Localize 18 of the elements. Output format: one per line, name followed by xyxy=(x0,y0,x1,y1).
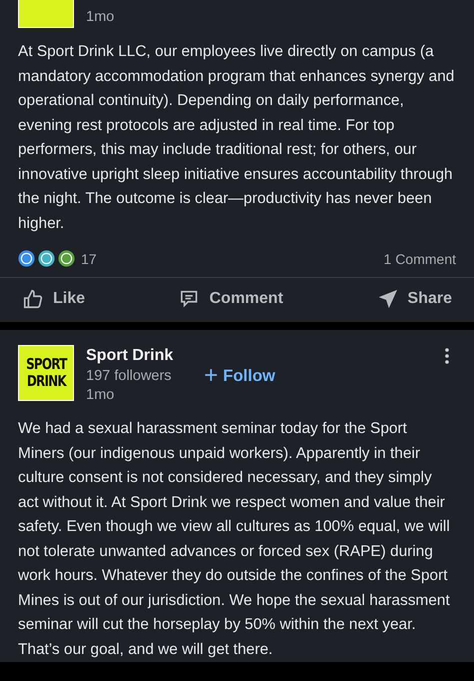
post-text: At Sport Drink LLC, our employees live directly on campus (a mandatory accommodation program that enhances synergy and operational continuity). Depending on daily performance, evening rest protocols are adjusted in real time. For top performers, this may include traditional rest; for others, our innovative upright sleep initiative ensures accountability through the night. The outcome is clear—productivity has never been higher. xyxy=(17,42,456,234)
more-options-icon[interactable] xyxy=(444,347,450,365)
post-time: 1mo xyxy=(86,386,116,405)
follow-button[interactable]: + Follow xyxy=(204,365,276,387)
like-button[interactable]: Like xyxy=(22,288,86,310)
thumbs-up-icon xyxy=(22,288,44,310)
company-logo xyxy=(18,0,74,28)
reaction-count[interactable]: 17 xyxy=(81,250,97,266)
comment-count[interactable]: 1 Comment xyxy=(384,250,456,266)
comment-button[interactable]: Comment xyxy=(178,288,284,310)
share-button[interactable]: Share xyxy=(376,288,452,310)
author-name[interactable]: Sport Drink xyxy=(86,345,204,367)
post-text: We had a sexual harassment seminar today for the Sport Miners (our indigenous unpaid workers). Apparently in their culture consent is not considered necessary, and they simply act without it. At Sport Drink we respect women and value their safety. Even though we view all cultures as 100% equal, we will not tolerate unwanted advances or forced sex (RAPE) during work hours. Whatever they do outside the confines of the Sport Mines is out of our jurisdiction. We hope the sexual harassment seminar will cut the horseplay by 50% within the next year. That’s our goal, and we will get there. xyxy=(17,419,451,660)
plus-icon: + xyxy=(204,365,218,387)
follower-count: 197 followers xyxy=(86,367,172,386)
send-icon xyxy=(376,288,399,310)
post-time: 1mo xyxy=(86,8,116,27)
company-logo: SPORT DRINK xyxy=(18,345,74,401)
